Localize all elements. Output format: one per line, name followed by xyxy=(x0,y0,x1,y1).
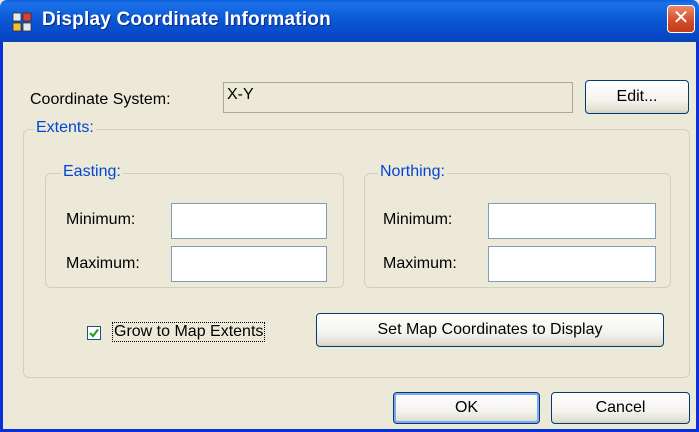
northing-maximum-input[interactable] xyxy=(488,246,656,282)
checkmark-icon xyxy=(89,328,99,338)
extents-legend: Extents: xyxy=(34,119,96,137)
northing-minimum-input[interactable] xyxy=(488,203,656,239)
easting-maximum-label: Maximum: xyxy=(66,255,140,272)
grow-to-map-extents-label[interactable]: Grow to Map Extents xyxy=(112,322,266,342)
grow-to-map-extents-checkbox[interactable] xyxy=(87,326,101,340)
northing-maximum-label: Maximum: xyxy=(383,255,457,272)
set-map-coordinates-button[interactable]: Set Map Coordinates to Display xyxy=(316,313,664,347)
title-bar[interactable]: Display Coordinate Information ✕ xyxy=(0,0,699,42)
coordinate-system-label: Coordinate System: xyxy=(30,91,171,108)
easting-minimum-label: Minimum: xyxy=(66,211,136,228)
edit-button[interactable]: Edit... xyxy=(585,80,689,114)
window-title: Display Coordinate Information xyxy=(42,9,331,30)
northing-legend: Northing: xyxy=(378,163,447,181)
easting-maximum-input[interactable] xyxy=(171,246,327,282)
easting-minimum-input[interactable] xyxy=(171,203,327,239)
coordinate-system-value: X-Y xyxy=(227,86,254,103)
close-button[interactable]: ✕ xyxy=(667,5,695,33)
close-icon: ✕ xyxy=(672,7,690,29)
grid-app-icon xyxy=(12,12,32,32)
coordinate-system-field: X-Y xyxy=(223,82,573,113)
ok-button[interactable]: OK xyxy=(393,392,540,424)
northing-minimum-label: Minimum: xyxy=(383,211,453,228)
cancel-button[interactable]: Cancel xyxy=(551,392,690,424)
easting-legend: Easting: xyxy=(61,163,123,181)
